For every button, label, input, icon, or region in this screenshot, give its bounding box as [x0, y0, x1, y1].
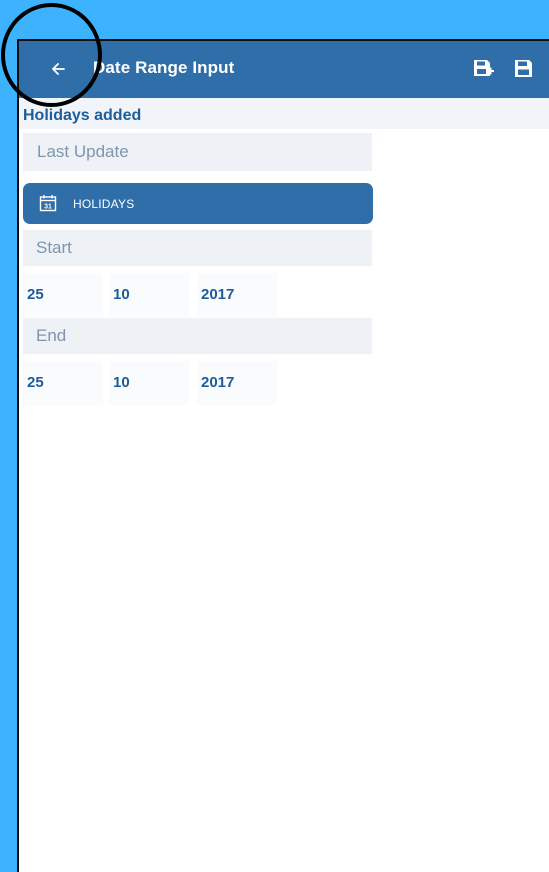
- app-window: Date Range Input Holidays added Last Upd…: [17, 39, 549, 872]
- end-label: End: [23, 318, 372, 354]
- end-month[interactable]: 10: [109, 361, 189, 405]
- end-year[interactable]: 2017: [197, 361, 277, 405]
- end-day[interactable]: 25: [23, 361, 103, 405]
- last-update-field[interactable]: Last Update: [23, 133, 372, 171]
- save-add-icon: [474, 60, 494, 76]
- holidays-button[interactable]: 31 HOLIDAYS: [23, 183, 373, 224]
- status-message: Holidays added: [23, 107, 142, 124]
- holidays-button-label: HOLIDAYS: [73, 197, 135, 211]
- back-button[interactable]: [45, 55, 71, 83]
- start-year[interactable]: 2017: [197, 273, 277, 317]
- calendar-31-icon: 31: [39, 195, 57, 212]
- start-label: Start: [23, 230, 372, 266]
- start-day[interactable]: 25: [23, 273, 103, 317]
- page-title: Date Range Input: [93, 58, 235, 77]
- last-update-placeholder: Last Update: [37, 142, 129, 161]
- app-bar: Date Range Input: [19, 41, 549, 98]
- save-icon: [515, 60, 532, 77]
- arrow-left-icon: [52, 63, 65, 75]
- start-month[interactable]: 10: [109, 273, 189, 317]
- save-add-button[interactable]: [472, 58, 494, 80]
- svg-text:31: 31: [44, 204, 52, 211]
- save-button[interactable]: [513, 58, 535, 80]
